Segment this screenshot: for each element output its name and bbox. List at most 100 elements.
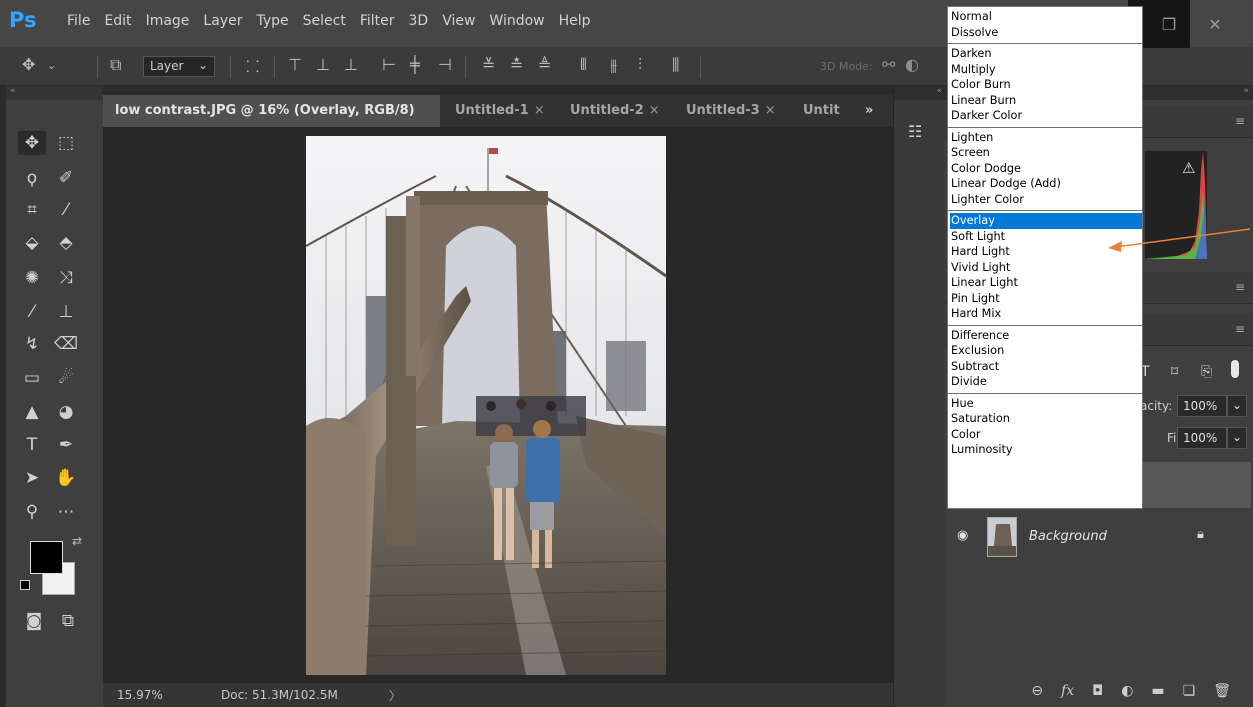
tab-untitled-3[interactable]: Untitled-3 × [674,95,791,127]
blend-mode-option[interactable]: Pin Light [950,291,1142,307]
tabs-overflow-icon[interactable]: » [865,103,873,118]
blend-mode-option[interactable]: Vivid Light [950,260,1142,276]
history-brush-tool-icon[interactable]: ↯ [18,332,46,356]
fill-dropdown-icon[interactable]: ⌄ [1227,427,1247,449]
sharpen-tool-icon[interactable]: ▲ [18,400,46,424]
zoom-level[interactable]: 15.97% [117,688,163,702]
align-hcenter-icon[interactable]: ╪ [410,55,420,74]
blend-mode-option[interactable]: Linear Burn [950,93,1142,109]
link-layers-icon[interactable]: ⊖ [1031,683,1043,699]
patch-tool-icon[interactable]: ⬘ [52,231,80,255]
distribute-left-icon[interactable]: ⫴ [580,55,587,75]
align-top-icon[interactable]: ⊤ [288,55,302,74]
screen-mode-icon[interactable]: ⧉ [54,609,82,633]
visibility-eye-icon[interactable]: ◉ [957,528,968,543]
menu-window[interactable]: Window [489,13,544,29]
layer-name[interactable]: Background [1029,529,1107,544]
filter-smart-object-icon[interactable]: ⎘ [1201,364,1212,380]
warning-icon[interactable]: ⚠ [1182,159,1195,177]
content-aware-move-icon[interactable]: ✺ [18,266,46,290]
eraser-tool-icon[interactable]: ⌫ [52,332,80,356]
menu-file[interactable]: File [67,13,90,29]
more-tools-icon[interactable]: ⋯ [52,500,80,524]
quick-mask-icon[interactable]: ◙ [20,609,48,633]
panel-collapse-strip[interactable]: « [6,86,103,100]
close-tab-icon[interactable]: × [649,103,660,118]
blend-mode-option[interactable]: Color Burn [950,77,1142,93]
blend-mode-option[interactable]: Color [950,427,1142,443]
add-mask-icon[interactable]: ◘ [1092,683,1103,699]
brush-tool-icon[interactable]: ⁄ [18,300,46,324]
distribute-top-icon[interactable]: ≚ [482,55,495,74]
default-colors-icon[interactable] [20,580,30,590]
blend-mode-option[interactable]: Lighter Color [950,192,1142,208]
layer-style-icon[interactable]: fx [1061,683,1074,699]
distribute-right-icon[interactable]: ⫶ [638,55,642,75]
lasso-tool-icon[interactable]: ϙ [18,166,46,190]
close-window-icon[interactable]: ✕ [1192,15,1238,34]
menu-type[interactable]: Type [256,13,288,29]
close-tab-icon[interactable]: × [765,103,776,118]
align-vcenter-icon[interactable]: ⊥ [316,55,330,74]
status-menu-icon[interactable]: 〉 [389,687,401,704]
blend-mode-option[interactable]: Difference [950,328,1142,344]
filter-toggle-icon[interactable] [1231,360,1239,378]
restore-window-icon[interactable]: ❐ [1146,15,1192,34]
transform-controls-icon[interactable]: ⸬ [246,55,259,77]
blur-tool-icon[interactable]: ☄ [52,366,80,390]
spot-healing-tool-icon[interactable]: ⬙ [18,231,46,255]
hand-tool-icon[interactable]: ✋ [52,466,80,490]
align-right-icon[interactable]: ⊣ [438,55,452,74]
roll-3d-icon[interactable]: ◐ [905,55,919,74]
tab-untitled-truncated[interactable]: Untit [791,95,855,127]
tab-untitled-1[interactable]: Untitled-1 × [443,95,558,127]
swap-colors-icon[interactable]: ⇄ [72,534,82,548]
blend-mode-option[interactable]: Darken [950,46,1142,62]
blend-mode-option[interactable]: Saturation [950,411,1142,427]
distribute-vcenter-icon[interactable]: ≛ [510,55,523,74]
document-canvas[interactable] [103,127,893,683]
menu-layer[interactable]: Layer [203,13,242,29]
auto-align-icon[interactable]: ⫼ [672,55,679,75]
filter-shape-icon[interactable]: ⌑ [1171,364,1178,380]
new-layer-icon[interactable]: ❏ [1183,683,1196,699]
blend-mode-option[interactable]: Screen [950,145,1142,161]
blend-mode-option[interactable]: Hue [950,396,1142,412]
fill-input[interactable]: 100% [1177,427,1227,449]
menu-view[interactable]: View [442,13,475,29]
path-selection-tool-icon[interactable]: ➤ [18,466,46,490]
blend-mode-option[interactable]: Divide [950,374,1142,390]
panel-menu-icon[interactable]: ≡ [1235,322,1245,336]
blend-mode-option[interactable]: Multiply [950,62,1142,78]
auto-select-icon[interactable]: ⧉ [110,55,121,75]
blend-mode-option[interactable]: Hard Mix [950,306,1142,322]
crop-tool-icon[interactable]: ⌗ [18,198,46,222]
panel-menu-icon[interactable]: ≡ [1235,114,1245,128]
orbit-3d-icon[interactable]: ⚯ [882,55,895,74]
blend-mode-option[interactable]: Linear Dodge (Add) [950,176,1142,192]
menu-filter[interactable]: Filter [360,13,395,29]
blend-mode-option[interactable]: Exclusion [950,343,1142,359]
marquee-tool-icon[interactable]: ⬚ [52,131,80,155]
new-group-icon[interactable]: ▬ [1151,683,1164,699]
layer-row[interactable]: ◉ Background 🔒︎ [945,514,1253,560]
blend-mode-option[interactable]: Darker Color [950,108,1142,124]
properties-panel-icon[interactable]: ☷ [908,122,922,141]
clone-stamp-tool-icon[interactable]: ⊥ [52,300,80,324]
tab-low-contrast[interactable]: low contrast.JPG @ 16% (Overlay, RGB/8) … [103,95,440,150]
blend-mode-option[interactable]: Subtract [950,359,1142,375]
menu-help[interactable]: Help [559,13,591,29]
distribute-hcenter-icon[interactable]: ⫵ [610,55,617,75]
quick-selection-tool-icon[interactable]: ✐ [52,166,80,190]
blend-mode-option[interactable]: Color Dodge [950,161,1142,177]
pen-tool-icon[interactable]: ✒ [52,433,80,457]
tab-untitled-2[interactable]: Untitled-2 × [558,95,674,127]
blend-mode-option[interactable]: Lighten [950,130,1142,146]
document-image[interactable] [306,136,666,675]
zoom-tool-icon[interactable]: ⚲ [18,500,46,524]
distribute-bottom-icon[interactable]: ≜ [538,55,551,74]
chevron-down-icon[interactable]: ⌄ [47,59,56,72]
align-left-icon[interactable]: ⊢ [382,55,396,74]
red-eye-tool-icon[interactable]: ⤨ [52,266,80,290]
foreground-color-swatch[interactable] [30,541,63,574]
